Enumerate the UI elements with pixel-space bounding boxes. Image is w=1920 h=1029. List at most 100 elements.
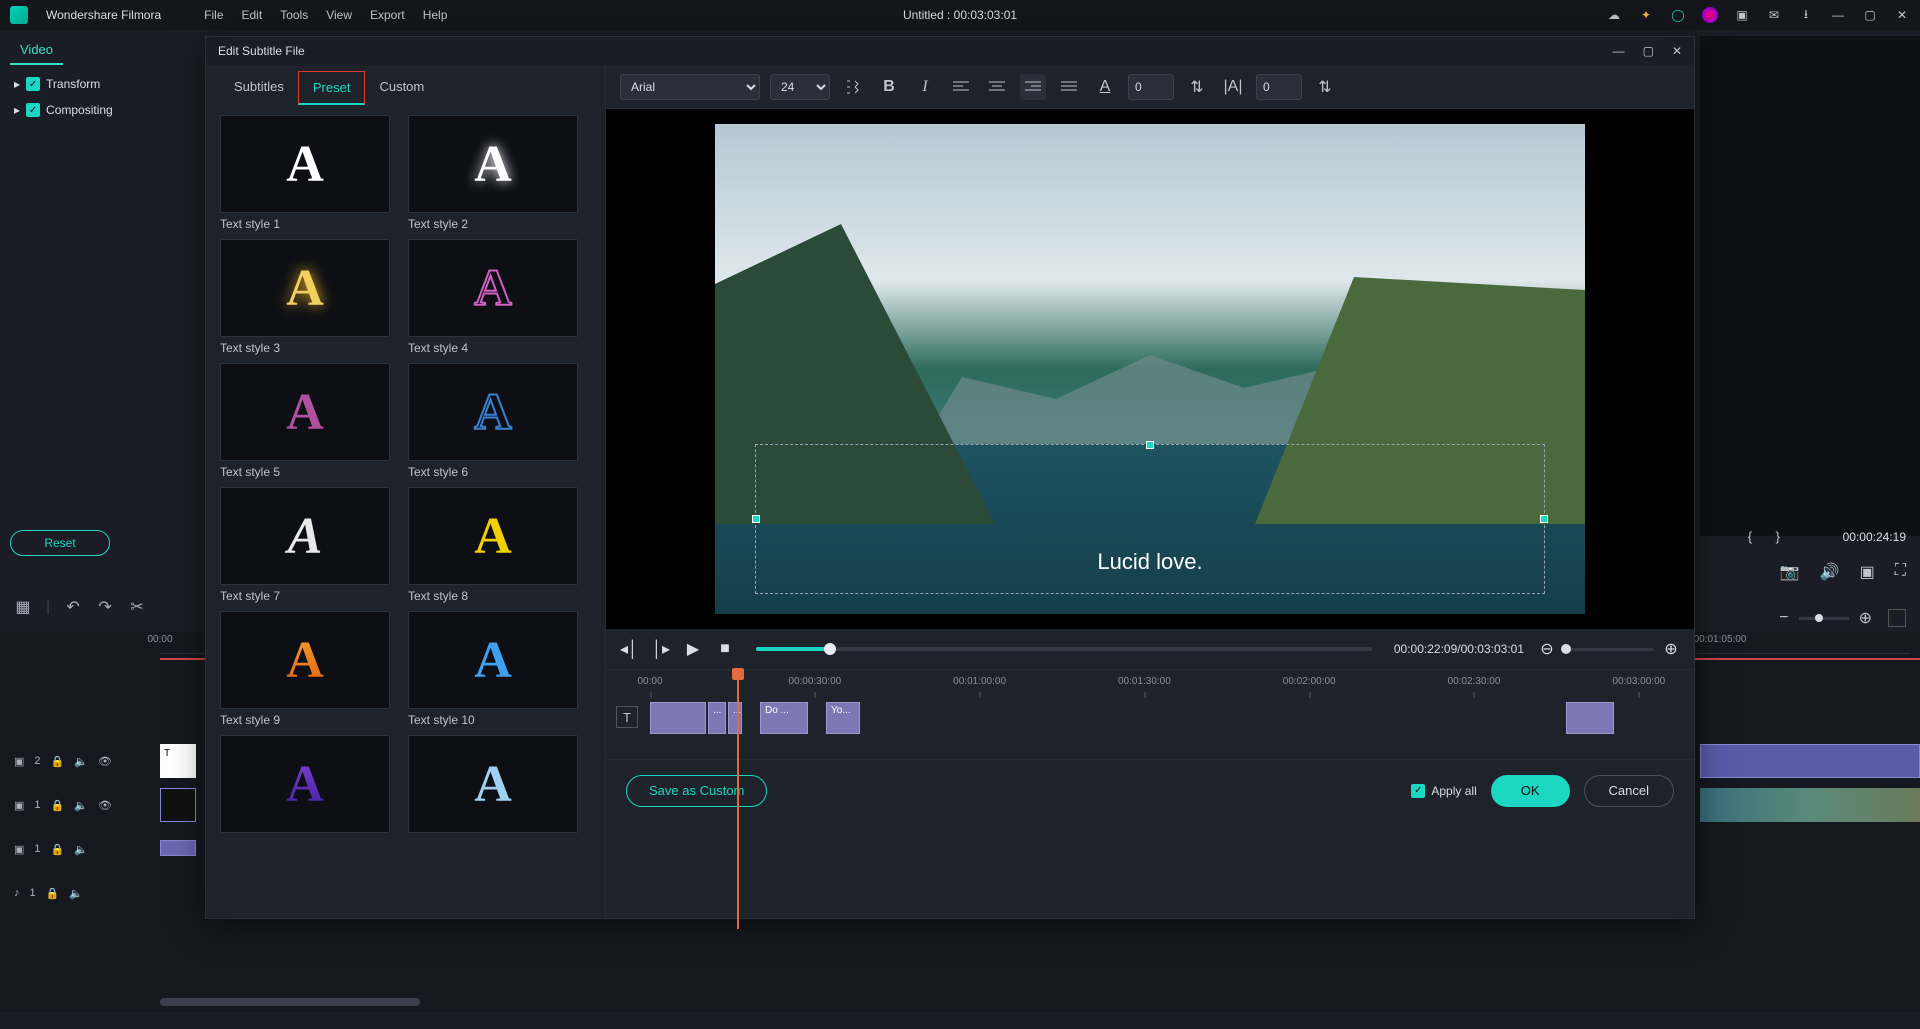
preset-thumb-9[interactable]: A (220, 611, 390, 709)
camera-icon[interactable]: 📷 (1780, 562, 1800, 582)
zoom-slider-right[interactable] (1799, 617, 1849, 620)
waveform-icon[interactable] (1888, 609, 1906, 627)
video-clip[interactable] (1700, 744, 1920, 778)
mute-icon[interactable]: 🔈 (74, 799, 88, 812)
subtitle-text[interactable]: Lucid love. (756, 549, 1544, 575)
preset-thumb-5[interactable]: A (220, 363, 390, 461)
video-clip[interactable] (160, 788, 196, 822)
speaker-icon[interactable]: 🔊 (1820, 562, 1840, 582)
zoom-out-right-icon[interactable]: − (1779, 609, 1788, 627)
eye-icon[interactable]: 👁 (98, 799, 112, 812)
preset-thumb-1[interactable]: A (220, 115, 390, 213)
compositing-checkbox[interactable]: ✓ (26, 103, 40, 117)
resize-handle-top[interactable] (1146, 441, 1154, 449)
lock-icon[interactable]: 🔒 (51, 799, 65, 812)
video-clip[interactable] (1700, 788, 1920, 822)
reset-button[interactable]: Reset (10, 530, 110, 556)
stepper-icon[interactable]: ⇅ (1312, 74, 1338, 100)
menu-export[interactable]: Export (370, 8, 405, 22)
preview-canvas[interactable]: Lucid love. (715, 124, 1585, 614)
align-center-icon[interactable] (984, 74, 1010, 100)
playhead-handle[interactable] (732, 668, 744, 680)
text-color-icon[interactable]: A (1092, 74, 1118, 100)
undo-icon[interactable]: ↶ (64, 598, 82, 616)
mute-icon[interactable]: 🔈 (74, 843, 88, 856)
resize-handle-left[interactable] (752, 515, 760, 523)
lock-icon[interactable]: 🔒 (46, 887, 60, 900)
ok-button[interactable]: OK (1491, 775, 1570, 807)
zoom-in-right-icon[interactable]: ⊕ (1859, 608, 1872, 628)
letter-spacing-icon[interactable]: |A| (1220, 74, 1246, 100)
preset-thumb-3[interactable]: A (220, 239, 390, 337)
lock-icon[interactable]: 🔒 (51, 843, 65, 856)
align-justify-icon[interactable] (1056, 74, 1082, 100)
dialog-close-icon[interactable]: ✕ (1672, 44, 1682, 58)
menu-tools[interactable]: Tools (280, 8, 308, 22)
zoom-out-icon[interactable]: ⊖ (1538, 640, 1556, 658)
screen-icon[interactable]: ▣ (1860, 562, 1875, 582)
subtitle-clip[interactable]: Yo... (826, 702, 860, 734)
stepper-icon[interactable]: ⇅ (1184, 74, 1210, 100)
audio-clip[interactable] (160, 840, 196, 856)
menu-view[interactable]: View (326, 8, 352, 22)
progress-knob[interactable] (824, 643, 836, 655)
preset-thumb-2[interactable]: A (408, 115, 578, 213)
playhead[interactable] (737, 670, 739, 929)
play-icon[interactable]: ▶ (684, 640, 702, 658)
stop-icon[interactable]: ■ (716, 640, 734, 658)
zoom-in-icon[interactable]: ⊕ (1662, 640, 1680, 658)
fullscreen-icon[interactable]: ⛶ (1895, 562, 1906, 582)
eye-icon[interactable]: 👁 (98, 755, 112, 768)
subtitle-clip[interactable] (1566, 702, 1614, 734)
mail-icon[interactable]: ✉ (1766, 7, 1782, 23)
dialog-minimize-icon[interactable]: — (1613, 44, 1625, 58)
video-tab[interactable]: Video (10, 36, 63, 65)
cancel-button[interactable]: Cancel (1584, 775, 1674, 807)
preset-thumb-7[interactable]: A (220, 487, 390, 585)
cloud-icon[interactable]: ☁ (1606, 7, 1622, 23)
prev-frame-icon[interactable]: ◂│ (620, 640, 638, 658)
transform-item[interactable]: ▸ ✓ Transform (0, 71, 160, 97)
font-select[interactable]: Arial (620, 74, 760, 100)
menu-help[interactable]: Help (423, 8, 448, 22)
spacing-input[interactable] (1256, 74, 1302, 100)
transform-checkbox[interactable]: ✓ (26, 77, 40, 91)
mute-icon[interactable]: 🔈 (69, 887, 83, 900)
apply-all-checkbox[interactable]: ✓ Apply all (1411, 784, 1476, 798)
preset-thumb-10[interactable]: A (408, 611, 578, 709)
tab-preset[interactable]: Preset (298, 71, 366, 105)
subtitle-bounding-box[interactable]: Lucid love. (755, 444, 1545, 594)
menu-edit[interactable]: Edit (242, 8, 263, 22)
grid-icon[interactable]: ▦ (14, 598, 32, 616)
lock-icon[interactable]: 🔒 (51, 755, 65, 768)
next-frame-icon[interactable]: │▸ (652, 640, 670, 658)
tracking-input[interactable] (1128, 74, 1174, 100)
menu-file[interactable]: File (204, 8, 223, 22)
align-right-icon[interactable] (1020, 74, 1046, 100)
brace-icons[interactable]: { } (1748, 529, 1790, 544)
preset-thumb-8[interactable]: A (408, 487, 578, 585)
preset-thumb-6[interactable]: A (408, 363, 578, 461)
preset-thumb-11[interactable]: A (220, 735, 390, 833)
progress-slider[interactable] (756, 647, 1372, 651)
timeline-scrollbar[interactable] (160, 998, 420, 1006)
preset-thumb-12[interactable]: A (408, 735, 578, 833)
window-close-icon[interactable]: ✕ (1894, 7, 1910, 23)
download-icon[interactable]: ⭳ (1798, 7, 1814, 23)
subtitle-clip[interactable]: Do ... (760, 702, 808, 734)
save-icon[interactable]: ▣ (1734, 7, 1750, 23)
subtitle-clip[interactable]: ... (708, 702, 726, 734)
tab-subtitles[interactable]: Subtitles (220, 71, 298, 105)
avatar-icon[interactable] (1702, 7, 1718, 23)
dialog-maximize-icon[interactable]: ▢ (1643, 44, 1654, 58)
subtitle-clip[interactable]: ... (728, 702, 742, 734)
resize-handle-right[interactable] (1540, 515, 1548, 523)
window-minimize-icon[interactable]: — (1830, 7, 1846, 23)
preset-thumb-4[interactable]: A (408, 239, 578, 337)
italic-button[interactable]: I (912, 74, 938, 100)
tab-custom[interactable]: Custom (365, 71, 438, 105)
align-left-icon[interactable] (948, 74, 974, 100)
line-spacing-icon[interactable] (840, 74, 866, 100)
headphones-icon[interactable]: ◯ (1670, 7, 1686, 23)
compositing-item[interactable]: ▸ ✓ Compositing (0, 97, 160, 123)
